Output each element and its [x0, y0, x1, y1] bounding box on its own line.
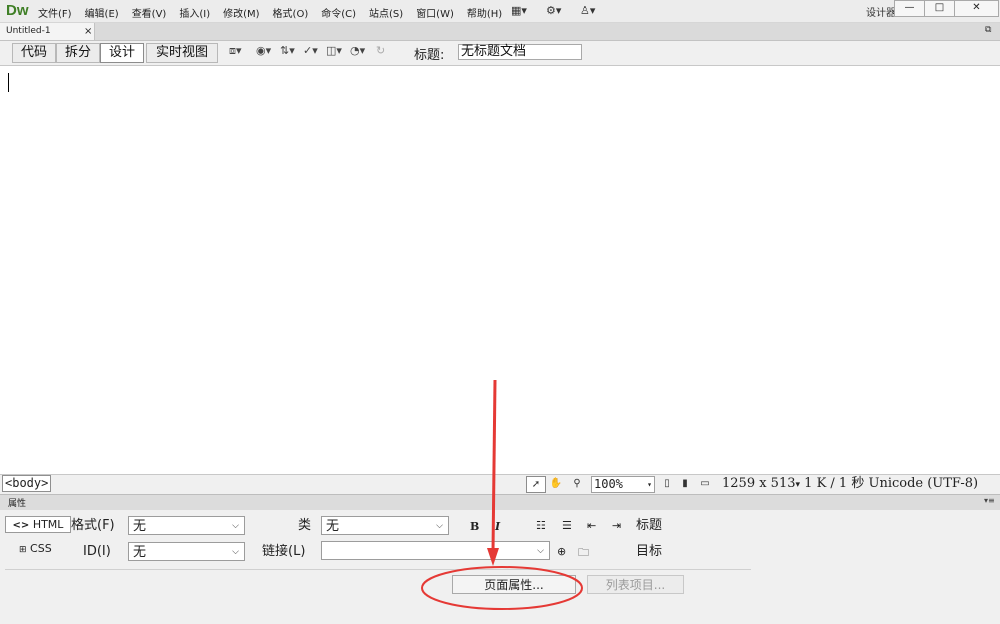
restore-icon[interactable]: ⧉ — [985, 25, 991, 35]
numbered-list-icon[interactable]: ☰ — [562, 519, 572, 532]
live-view-button[interactable]: 实时视图 — [146, 43, 218, 63]
bold-button[interactable]: B — [470, 520, 479, 533]
file-management-icon[interactable]: ⇅▾ — [280, 44, 295, 57]
css-icon: ⊞ — [19, 545, 27, 555]
w3c-validation-icon[interactable]: ✓▾ — [303, 44, 318, 57]
maximize-button[interactable]: □ — [924, 0, 955, 17]
id-value: 无 — [133, 545, 147, 560]
folder-icon[interactable]: 🗀 — [578, 544, 589, 563]
hand-icon[interactable]: ✋ — [547, 476, 565, 491]
title-input[interactable]: 无标题文档 — [458, 44, 582, 60]
menu-file[interactable]: 文件(F) — [38, 5, 72, 20]
properties-panel-title: 属性 — [8, 499, 27, 509]
visual-aids-icon[interactable]: ◫▾ — [326, 44, 342, 57]
design-view-button[interactable]: 设计 — [100, 43, 144, 63]
class-label: 类 — [298, 518, 312, 533]
list-item-button[interactable]: 列表项目... — [587, 575, 684, 594]
format-label: 格式(F) — [71, 518, 115, 533]
chevron-down-icon: ⌵ — [232, 547, 239, 557]
outdent-icon[interactable]: ⇤ — [587, 519, 596, 532]
chevron-down-icon: ⌵ — [232, 521, 239, 531]
id-select[interactable]: 无 ⌵ — [128, 542, 245, 561]
heading-label: 标题 — [636, 518, 663, 533]
dreamweaver-logo: Dw — [6, 2, 29, 19]
mobile-size-icon[interactable]: ▯ — [658, 476, 676, 491]
title-label: 标题: — [414, 48, 445, 63]
multiscreen-icon[interactable]: ⧈▾ — [229, 44, 242, 58]
document-tab[interactable]: Untitled-1 × — [0, 23, 95, 40]
menu-help[interactable]: 帮助(H) — [467, 5, 502, 20]
close-tab-icon[interactable]: × — [84, 23, 92, 40]
html-mode-button[interactable]: <> HTML — [5, 516, 71, 533]
sync-icon[interactable]: ♙▾ — [580, 4, 595, 17]
target-icon[interactable]: ⊕ — [557, 545, 566, 558]
link-input[interactable]: ⌵ — [321, 541, 550, 560]
preview-browser-icon[interactable]: ◉▾ — [256, 44, 271, 57]
close-window-button[interactable]: ✕ — [954, 0, 999, 17]
zoom-icon[interactable]: ⚲ — [568, 476, 586, 491]
page-properties-button[interactable]: 页面属性... — [452, 575, 576, 594]
css-mode-button[interactable]: ⊞ CSS — [19, 541, 52, 558]
window-size[interactable]: 1259 x 513 — [722, 476, 796, 491]
panel-options-icon[interactable]: ▾≡ — [984, 496, 995, 505]
window-layout-icon[interactable]: ▦▾ — [511, 4, 527, 17]
code-view-button[interactable]: 代码 — [12, 43, 56, 63]
css-mode-label: CSS — [30, 542, 52, 555]
target-label: 目标 — [636, 544, 663, 559]
document-tab-strip — [0, 23, 1000, 41]
italic-button[interactable]: I — [495, 520, 500, 533]
menu-format[interactable]: 格式(O) — [273, 5, 309, 20]
zoom-value: 100% — [594, 477, 623, 491]
menu-modify[interactable]: 修改(M) — [223, 5, 259, 20]
chevron-down-icon: ⌵ — [537, 546, 544, 556]
desktop-size-icon[interactable]: ▭ — [696, 476, 714, 491]
chevron-down-icon: ⌵ — [436, 521, 443, 531]
bullet-list-icon[interactable]: ☷ — [536, 519, 546, 532]
menu-view[interactable]: 查看(V) — [132, 5, 167, 20]
properties-panel-header — [0, 494, 1000, 511]
zoom-select[interactable]: 100% ▾ — [591, 476, 655, 493]
pointer-icon[interactable]: ➚ — [526, 476, 546, 493]
browser-check-icon[interactable]: ◔▾ — [350, 44, 365, 57]
class-select[interactable]: 无 ⌵ — [321, 516, 449, 535]
file-size-download-time: 1 K / 1 秒 — [804, 476, 865, 491]
text-caret — [8, 73, 9, 92]
menu-insert[interactable]: 插入(I) — [179, 5, 210, 20]
menu-edit[interactable]: 编辑(E) — [85, 5, 119, 20]
format-select[interactable]: 无 ⌵ — [128, 516, 245, 535]
menu-commands[interactable]: 命令(C) — [321, 5, 356, 20]
class-value: 无 — [326, 519, 340, 534]
minimize-button[interactable]: — — [894, 0, 925, 17]
html-mode-label: HTML — [32, 518, 64, 531]
refresh-icon[interactable]: ↻ — [376, 44, 385, 57]
status-info: 1259 x 513▾ 1 K / 1 秒 Unicode (UTF-8) — [722, 476, 979, 491]
format-value: 无 — [133, 519, 147, 534]
gear-icon[interactable]: ⚙▾ — [546, 4, 561, 17]
menu-site[interactable]: 站点(S) — [369, 5, 403, 20]
tablet-size-icon[interactable]: ▮ — [676, 476, 694, 491]
split-view-button[interactable]: 拆分 — [56, 43, 100, 63]
menu-window[interactable]: 窗口(W) — [416, 5, 454, 20]
design-canvas[interactable] — [0, 66, 1000, 474]
id-label: ID(I) — [83, 544, 111, 559]
encoding: Unicode (UTF-8) — [868, 476, 979, 491]
main-menu: 文件(F) 编辑(E) 查看(V) 插入(I) 修改(M) 格式(O) 命令(C… — [38, 5, 502, 20]
link-label: 链接(L) — [262, 544, 306, 559]
chevron-down-icon: ▾ — [647, 480, 652, 489]
document-tab-label: Untitled-1 — [6, 26, 51, 36]
panel-divider — [5, 569, 751, 570]
tag-selector-body[interactable]: <body> — [2, 475, 52, 492]
indent-icon[interactable]: ⇥ — [612, 519, 621, 532]
